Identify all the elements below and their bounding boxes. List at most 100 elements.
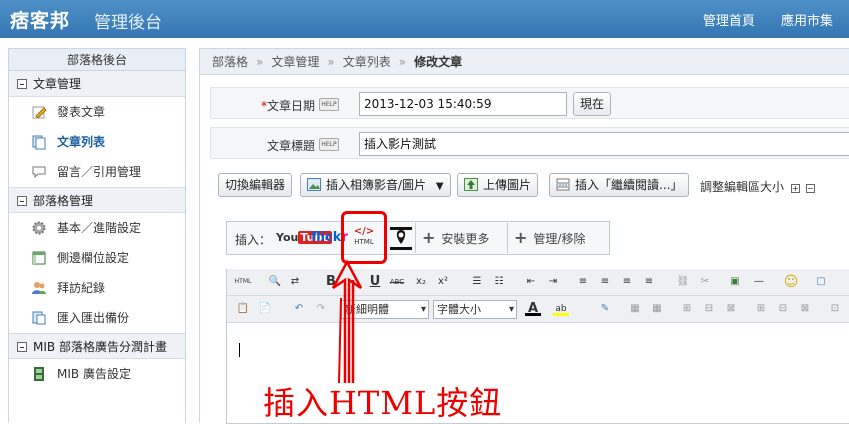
- insert-album-button[interactable]: 插入相簿影音/圖片 ▼: [300, 173, 451, 197]
- align-justify-icon[interactable]: ≡: [641, 274, 657, 290]
- row-props-icon[interactable]: ⊟: [701, 301, 717, 317]
- ordered-list-icon[interactable]: ☰: [469, 274, 485, 290]
- date-label: *文章日期: [260, 99, 315, 113]
- merge-cells-icon[interactable]: ⊡: [827, 301, 843, 317]
- bullet-list-icon[interactable]: ☷: [491, 274, 507, 290]
- fullscreen-icon[interactable]: ▢: [813, 274, 829, 290]
- table-icon[interactable]: ▦: [627, 301, 643, 317]
- nav-admin-home[interactable]: 管理首頁: [703, 14, 755, 29]
- sidebar-section-mib[interactable]: MIB 部落格廣告分潤計畫: [9, 333, 185, 359]
- sidebar-item-new-post[interactable]: 發表文章: [9, 97, 185, 127]
- subscript-button[interactable]: x₂: [413, 274, 429, 290]
- top-bar: 痞客邦 管理後台 管理首頁 應用市集: [0, 0, 849, 38]
- sidebar: 部落格後台 文章管理 發表文章 文章列表 留言／引用管理 部落格管理 基本／進階…: [8, 48, 186, 423]
- image-icon[interactable]: ▣: [727, 274, 743, 290]
- date-input[interactable]: 2013-12-03 15:40:59: [359, 92, 567, 116]
- align-center-icon[interactable]: ≡: [597, 274, 613, 290]
- row-delete-icon[interactable]: ⊠: [723, 301, 739, 317]
- highlight-color-button[interactable]: ab: [553, 301, 569, 316]
- album-icon: [307, 178, 321, 191]
- align-right-icon[interactable]: ≡: [619, 274, 635, 290]
- layout-icon: [32, 251, 46, 264]
- emoticon-icon[interactable]: ☺: [783, 274, 799, 290]
- col-insert-icon[interactable]: ⊞: [753, 301, 769, 317]
- title-help-button[interactable]: HELP: [319, 138, 339, 151]
- gear-icon: [32, 221, 46, 234]
- users-icon: [32, 281, 46, 294]
- sidebar-item-visit-log[interactable]: 拜訪紀錄: [9, 273, 185, 303]
- insert-read-more-button[interactable]: 插入「繼續閱讀...」: [549, 173, 690, 197]
- pencil-icon: [32, 106, 47, 119]
- paste-icon[interactable]: 📋: [235, 301, 251, 317]
- admin-title: 管理後台: [94, 13, 162, 33]
- edit-icon[interactable]: ✎: [597, 301, 613, 317]
- dropdown-arrow-icon: ▼: [435, 181, 444, 192]
- table-props-icon[interactable]: ▦: [649, 301, 665, 317]
- annotation-arrow: [331, 259, 363, 383]
- shrink-icon[interactable]: −: [805, 184, 815, 193]
- collapse-icon[interactable]: [17, 79, 27, 89]
- link-icon[interactable]: ⛓: [675, 274, 691, 290]
- read-more-icon: [556, 178, 570, 191]
- top-nav: 管理首頁 應用市集: [681, 10, 833, 29]
- row-insert-icon[interactable]: ⊞: [679, 301, 695, 317]
- upload-image-button[interactable]: 上傳圖片: [457, 173, 539, 197]
- resize-editor: 調整編輯區大小 + −: [700, 180, 815, 194]
- pages-icon: [32, 135, 46, 149]
- sidebar-item-comments[interactable]: 留言／引用管理: [9, 157, 185, 187]
- sidebar-item-import-export[interactable]: 匯入匯出備份: [9, 303, 185, 333]
- nav-app-market[interactable]: 應用市集: [781, 14, 833, 29]
- crumb-article-list[interactable]: 文章列表: [343, 55, 391, 69]
- expand-icon[interactable]: +: [790, 184, 800, 193]
- unlink-icon[interactable]: ✂: [697, 274, 713, 290]
- manage-remove-button[interactable]: + 管理/移除: [507, 223, 591, 253]
- font-size-select[interactable]: 字體大小: [433, 300, 517, 319]
- switch-editor-button[interactable]: 切換編輯器: [218, 173, 293, 197]
- insert-plugin-bar: 插入： You Tube flickr </> HTML + 安裝更多 + 管理/移除: [226, 221, 610, 255]
- pixnet-logo[interactable]: 痞客邦: [10, 6, 70, 33]
- editor-toolbar-row-2: 📋 📄 ↶ ↷ 新細明體 字體大小 A ab ✎ ▦ ▦ ⊞ ⊟ ⊠ ⊞ ⊟ ⊠…: [227, 296, 849, 323]
- crumb-edit-article: 修改文章: [414, 55, 463, 69]
- text-cursor: [239, 343, 240, 357]
- find-icon[interactable]: 🔍: [267, 274, 283, 290]
- horizontal-rule-icon[interactable]: —: [751, 274, 767, 290]
- collapse-icon[interactable]: [17, 196, 27, 206]
- superscript-button[interactable]: x²: [435, 274, 451, 290]
- install-more-button[interactable]: + 安裝更多: [415, 223, 495, 253]
- undo-icon[interactable]: ↶: [291, 301, 307, 317]
- plus-icon: +: [422, 228, 436, 247]
- title-label: 文章標題: [266, 139, 315, 153]
- html-source-button[interactable]: HTML: [233, 274, 253, 290]
- title-input[interactable]: 插入影片測試: [359, 132, 849, 156]
- align-left-icon[interactable]: ≡: [575, 274, 591, 290]
- text-color-button[interactable]: A: [525, 301, 541, 316]
- now-button[interactable]: 現在: [573, 92, 612, 116]
- sidebar-section-articles[interactable]: 文章管理: [9, 71, 185, 97]
- main-panel: 部落格» 文章管理» 文章列表» 修改文章 *文章日期 HELP 2013-12-03…: [199, 48, 849, 424]
- sidebar-item-sidebar-settings[interactable]: 側邊欄位設定: [9, 243, 185, 273]
- paste-word-icon[interactable]: 📄: [257, 301, 273, 317]
- date-help-button[interactable]: HELP: [319, 98, 339, 111]
- annotation-caption: 插入HTML按鈕: [263, 384, 503, 422]
- plus-icon: +: [514, 228, 528, 247]
- indent-icon[interactable]: ⇥: [545, 274, 561, 290]
- title-row: 文章標題 HELP 插入影片測試: [210, 127, 849, 159]
- sidebar-section-blog[interactable]: 部落格管理: [9, 187, 185, 213]
- collapse-icon[interactable]: [17, 342, 27, 352]
- breadcrumb: 部落格» 文章管理» 文章列表» 修改文章: [200, 49, 849, 75]
- outdent-icon[interactable]: ⇤: [523, 274, 539, 290]
- col-props-icon[interactable]: ⊟: [775, 301, 791, 317]
- html-button-highlight: [341, 211, 387, 264]
- strike-button[interactable]: ABC: [389, 274, 405, 290]
- sidebar-item-post-list[interactable]: 文章列表: [9, 127, 185, 157]
- sidebar-item-mib-ads[interactable]: MIB 廣告設定: [9, 359, 185, 389]
- crumb-article-mgmt[interactable]: 文章管理: [271, 55, 319, 69]
- map-pin-icon[interactable]: [389, 225, 413, 252]
- col-delete-icon[interactable]: ⊠: [797, 301, 813, 317]
- editor-toolbar-row-1: HTML 🔍 ⇄ B U ABC x₂ x² ☰ ☷ ⇤ ⇥ ≡ ≡ ≡ ≡ ⛓…: [227, 269, 849, 296]
- replace-icon[interactable]: ⇄: [287, 274, 303, 290]
- film-icon: [34, 366, 44, 381]
- comment-icon: [32, 166, 46, 178]
- crumb-blog[interactable]: 部落格: [212, 55, 248, 69]
- sidebar-item-settings[interactable]: 基本／進階設定: [9, 213, 185, 243]
